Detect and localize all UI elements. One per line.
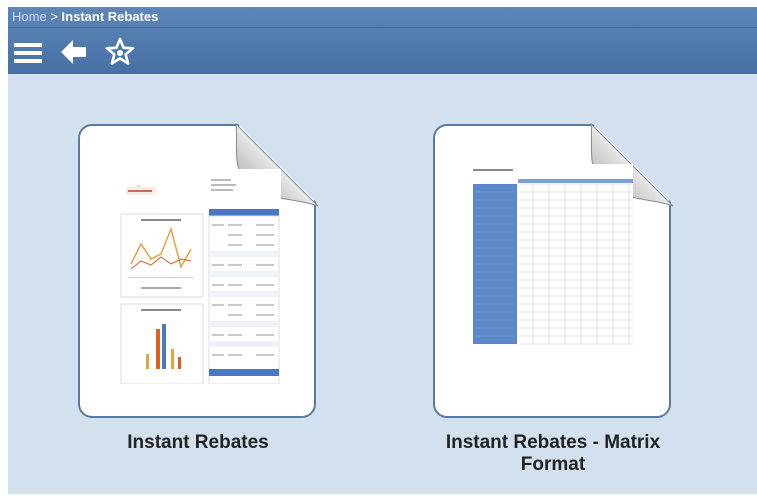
app-header: Home > Instant Rebates	[8, 7, 757, 74]
back-button[interactable]	[58, 37, 90, 67]
report-tile-instant-rebates[interactable]: ~ Instant Rebates	[78, 122, 319, 504]
favorite-button[interactable]	[104, 37, 136, 67]
breadcrumb-separator: >	[50, 9, 58, 24]
breadcrumb-current: Instant Rebates	[61, 9, 159, 24]
star-icon	[105, 37, 135, 65]
menu-button[interactable]	[13, 37, 43, 67]
report-title[interactable]: Instant Rebates - Matrix Format	[413, 432, 693, 476]
report-title[interactable]: Instant Rebates	[58, 432, 338, 454]
report-tile-instant-rebates-matrix[interactable]: Instant Rebates - Matrix Format	[433, 122, 674, 504]
back-arrow-icon	[61, 40, 86, 64]
hamburger-menu-icon	[14, 43, 42, 63]
header-divider	[8, 27, 757, 28]
content-area: ~ Instant Rebates Instant Rebates - Matr…	[8, 74, 757, 494]
report-preview-thumbnail: ~	[116, 169, 281, 384]
matrix-preview-thumbnail	[473, 164, 633, 349]
breadcrumb: Home > Instant Rebates	[12, 9, 158, 24]
breadcrumb-home[interactable]: Home	[12, 9, 47, 24]
